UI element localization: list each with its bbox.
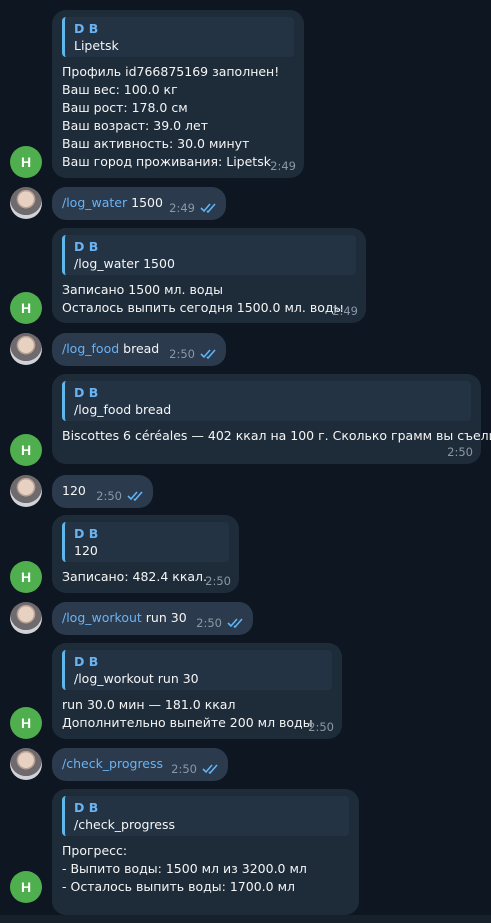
quote-text: /check_progress — [74, 817, 176, 832]
user-avatar[interactable] — [10, 602, 42, 634]
message-time: 2:50 — [171, 762, 220, 776]
message-time: 2:50 — [447, 445, 473, 459]
quote-author: D B — [74, 654, 99, 669]
message-line: Записано 1500 мл. воды — [62, 282, 223, 297]
bot-avatar[interactable]: H — [10, 871, 42, 903]
message-line: Ваш возраст: 39.0 лет — [62, 118, 209, 133]
message-line: Прогресс: — [62, 843, 128, 858]
quote-author: D B — [74, 21, 99, 36]
reply-quote[interactable]: D B /log_workout run 30 — [62, 650, 332, 690]
message-bubble[interactable]: 120 2:50 — [52, 475, 153, 508]
message-bubble[interactable]: D B 120 Записано: 482.4 ккал. 2:50 — [52, 515, 239, 593]
message-line: run 30.0 мин — 181.0 ккал — [62, 697, 236, 712]
double-check-icon — [127, 491, 143, 501]
message-line: Осталось выпить сегодня 1500.0 мл. воды — [62, 300, 344, 315]
bot-avatar[interactable]: H — [10, 292, 42, 324]
message-bubble[interactable]: /check_progress 2:50 — [52, 748, 228, 781]
message-time: 2:49 — [169, 201, 218, 215]
command-link[interactable]: /log_workout — [62, 610, 142, 625]
message-bubble[interactable]: D B Lipetsk Профиль id766875169 заполнен… — [52, 10, 304, 178]
command-arg: 1500 — [131, 195, 163, 210]
message-line: Ваш активность: 30.0 минут — [62, 136, 250, 151]
message-time: 2:49 — [270, 159, 296, 173]
message-line: Ваш город проживания: Lipetsk — [62, 154, 271, 169]
message-bubble[interactable]: D B /log_workout run 30 run 30.0 мин — 1… — [52, 643, 342, 739]
quote-text: /log_workout run 30 — [74, 671, 199, 686]
message-line: Записано: 482.4 ккал. — [62, 569, 207, 584]
message-line: Biscottes 6 céréales — 402 ккал на 100 г… — [62, 428, 491, 443]
message-time: 2:50 — [96, 489, 145, 503]
double-check-icon — [202, 764, 218, 774]
message-bubble[interactable]: /log_food bread 2:50 — [52, 333, 226, 366]
bot-avatar[interactable]: H — [10, 146, 42, 178]
double-check-icon — [200, 203, 216, 213]
bot-avatar[interactable]: H — [10, 561, 42, 593]
message-time: 2:50 — [205, 574, 231, 588]
message-line: Дополнительно выпейте 200 мл воды — [62, 715, 313, 730]
message-bubble[interactable]: D B /log_water 1500 Записано 1500 мл. во… — [52, 228, 366, 323]
message-line: Профиль id766875169 заполнен! — [62, 64, 280, 79]
quote-text: 120 — [74, 543, 98, 558]
command-link[interactable]: /check_progress — [62, 756, 163, 771]
reply-quote[interactable]: D B /check_progress — [62, 796, 349, 836]
message-time: 2:50 — [169, 347, 218, 361]
command-arg: run 30 — [145, 610, 187, 625]
quote-author: D B — [74, 526, 99, 541]
message-line: - Осталось выпить воды: 1700.0 мл — [62, 879, 295, 894]
command-link[interactable]: /log_food — [62, 341, 119, 356]
command-arg: bread — [123, 341, 160, 356]
message-bubble[interactable]: D B /log_food bread Biscottes 6 céréales… — [52, 374, 491, 464]
reply-quote[interactable]: D B 120 — [62, 522, 229, 562]
double-check-icon — [200, 349, 216, 359]
message-line: - Выпито воды: 1500 мл из 3200.0 мл — [62, 861, 307, 876]
user-avatar[interactable] — [10, 748, 42, 780]
user-avatar[interactable] — [10, 475, 42, 507]
message-time: 2:50 — [308, 720, 334, 734]
message-bubble[interactable]: /log_water 1500 2:49 — [52, 187, 226, 220]
quote-text: /log_food bread — [74, 402, 172, 417]
reply-quote[interactable]: D B /log_food bread — [62, 381, 471, 421]
reply-quote[interactable]: D B /log_water 1500 — [62, 235, 356, 275]
bot-avatar[interactable]: H — [10, 707, 42, 739]
chat-history[interactable]: D B Lipetsk Профиль id766875169 заполнен… — [0, 0, 491, 923]
user-avatar[interactable] — [10, 187, 42, 219]
command-link[interactable]: /log_water — [62, 195, 127, 210]
message-line: Ваш рост: 178.0 см — [62, 100, 188, 115]
quote-text: /log_water 1500 — [74, 256, 175, 271]
message-bubble[interactable]: D B /check_progress Прогресс: - Выпито в… — [52, 789, 359, 915]
quote-author: D B — [74, 239, 99, 254]
quote-author: D B — [74, 385, 99, 400]
composer-edge — [0, 915, 491, 923]
message-time: 2:49 — [332, 304, 358, 318]
bot-avatar[interactable]: H — [10, 434, 42, 466]
double-check-icon — [227, 618, 243, 628]
reply-quote[interactable]: D B Lipetsk — [62, 17, 294, 57]
quote-text: Lipetsk — [74, 38, 119, 53]
user-avatar[interactable] — [10, 333, 42, 365]
message-bubble[interactable]: /log_workout run 30 2:50 — [52, 602, 253, 635]
quote-author: D B — [74, 800, 99, 815]
message-time: 2:50 — [196, 616, 245, 630]
message-line: Ваш вес: 100.0 кг — [62, 82, 178, 97]
